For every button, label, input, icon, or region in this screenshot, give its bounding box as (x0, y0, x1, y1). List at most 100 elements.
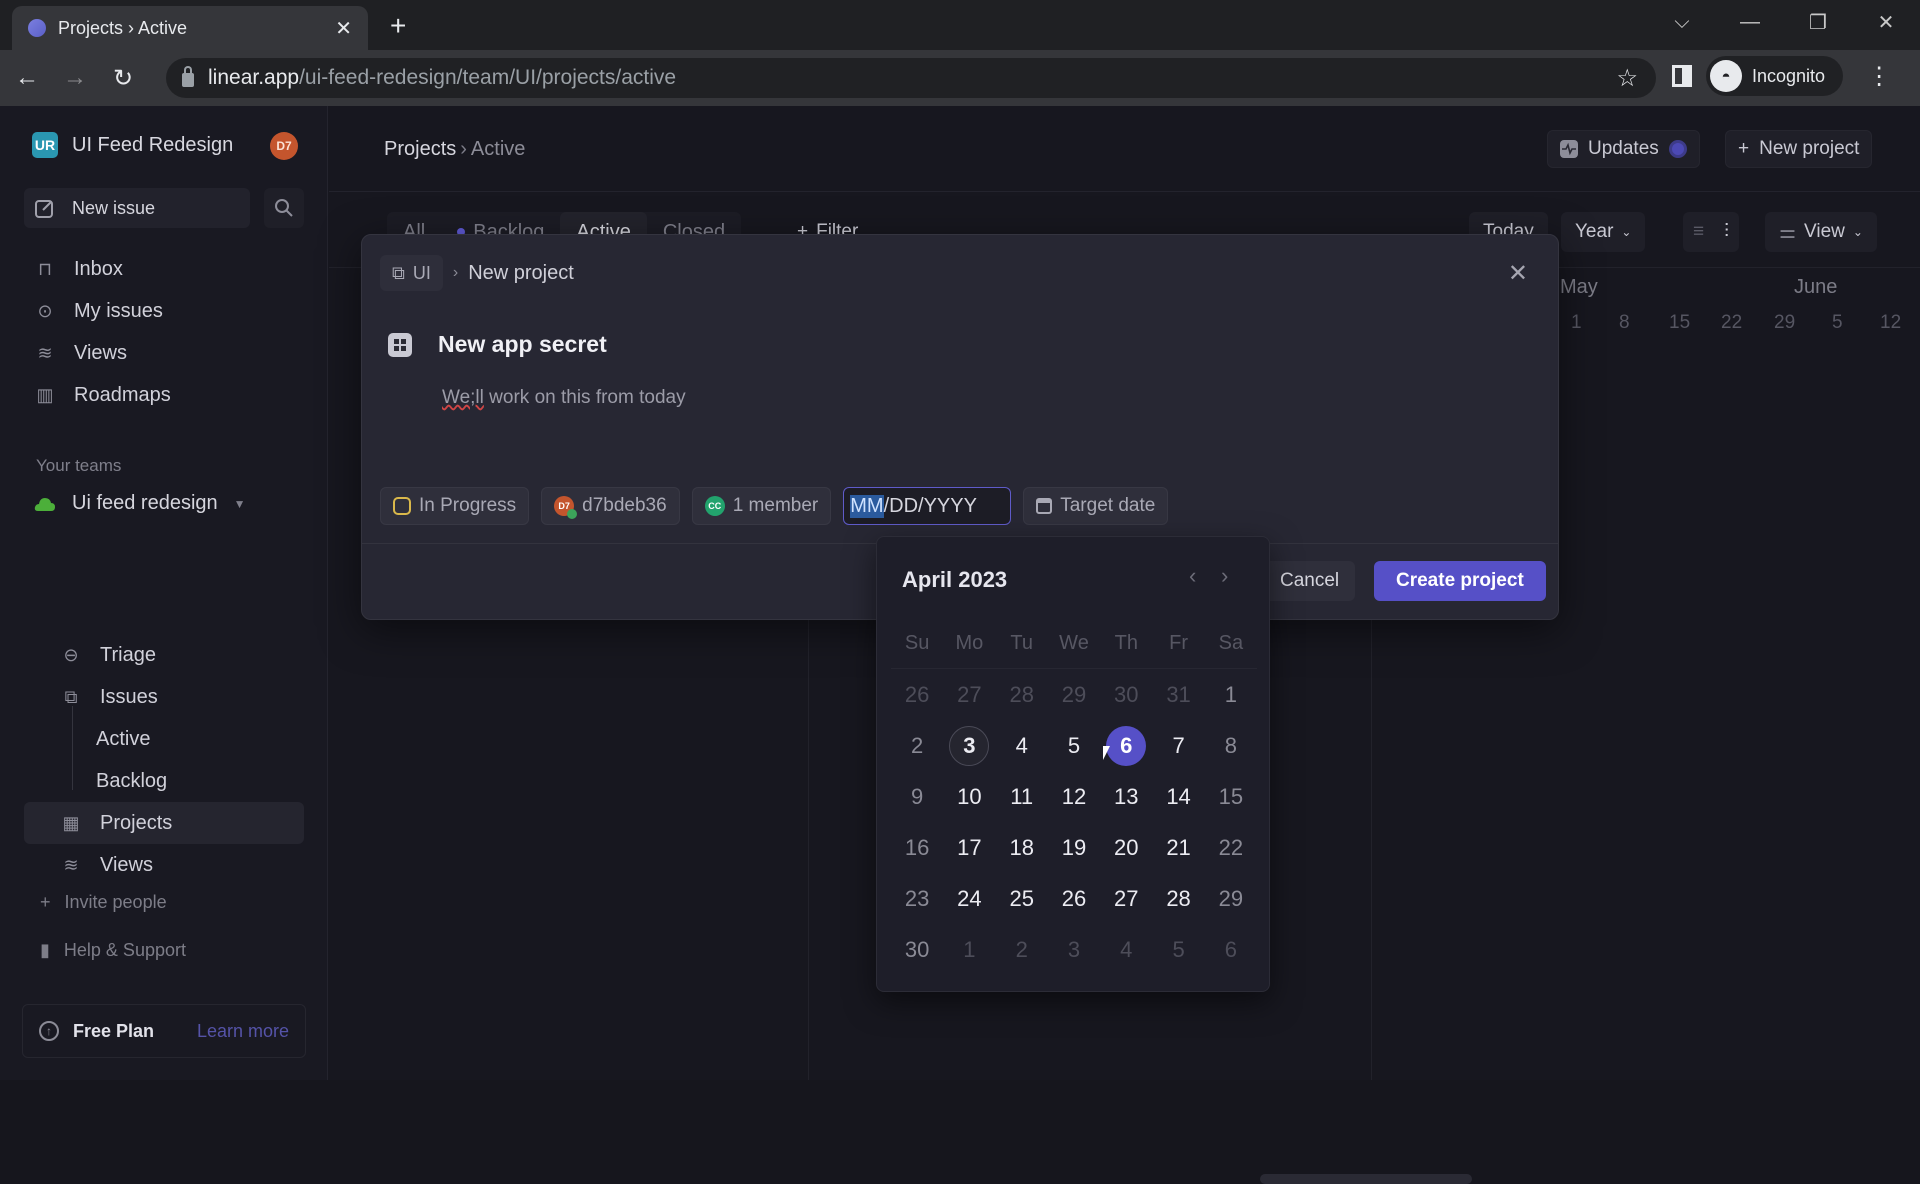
invite-people-link[interactable]: + Invite people (40, 892, 167, 913)
browser-tab[interactable]: Projects › Active ✕ (12, 6, 368, 50)
nav-inbox[interactable]: ⊓ Inbox (24, 248, 304, 290)
browser-menu-icon[interactable]: ⋮ (1867, 62, 1891, 91)
zoom-select[interactable]: Year ⌄ (1561, 212, 1646, 252)
address-bar[interactable]: linear.app/ui-feed-redesign/team/UI/proj… (166, 58, 1656, 98)
calendar-day[interactable]: 14 (1152, 771, 1204, 822)
calendar-day[interactable]: 19 (1048, 822, 1100, 873)
status-chip[interactable]: In Progress (380, 487, 530, 525)
calendar-day[interactable]: 27 (1100, 873, 1152, 924)
reload-icon[interactable]: ↻ (102, 64, 144, 93)
calendar-day[interactable]: 5 (1048, 720, 1100, 771)
calendar-day[interactable]: 26 (1048, 873, 1100, 924)
calendar-day[interactable]: 3 (1048, 924, 1100, 975)
calendar-day[interactable]: 17 (943, 822, 995, 873)
team-selector[interactable]: ⧉ UI (380, 255, 443, 291)
calendar-day[interactable]: 1 (943, 924, 995, 975)
create-project-button[interactable]: Create project (1374, 561, 1546, 601)
nav-views[interactable]: ≋ Views (24, 332, 304, 374)
calendar-day[interactable]: 29 (1205, 873, 1257, 924)
team-header[interactable]: Ui feed redesign ▼ (34, 492, 246, 515)
learn-more-link[interactable]: Learn more (197, 1021, 289, 1042)
workspace-switcher[interactable]: UR UI Feed Redesign (32, 132, 233, 158)
lead-chip[interactable]: D7 d7bdeb36 (541, 487, 680, 525)
calendar-day[interactable]: 7 (1152, 720, 1204, 771)
nav-projects[interactable]: ▦ Projects (24, 802, 304, 844)
target-date-chip[interactable]: Target date (1023, 487, 1169, 525)
start-date-input[interactable]: MM/DD/YYYY (843, 487, 1012, 525)
calendar-day[interactable]: 4 (1100, 924, 1152, 975)
breadcrumb-projects[interactable]: Projects (384, 138, 456, 160)
in-progress-icon (393, 497, 411, 515)
new-issue-button[interactable]: New issue (24, 188, 250, 228)
back-icon[interactable]: ← (6, 64, 48, 92)
nav-issues[interactable]: ⧉ Issues (24, 676, 304, 718)
tab-search-icon[interactable]: ⌵ (1648, 11, 1716, 34)
minimize-icon[interactable]: — (1716, 11, 1784, 34)
calendar-day[interactable]: 30 (891, 924, 943, 975)
bookmark-star-icon[interactable]: ☆ (1616, 64, 1638, 93)
view-options-button[interactable]: ⚌ View ⌄ (1765, 212, 1877, 252)
profile-button[interactable]: ◓ Incognito (1706, 56, 1844, 96)
nav-triage[interactable]: ⊖ Triage (24, 634, 304, 676)
calendar-day[interactable]: 30 (1100, 669, 1152, 720)
calendar-day[interactable]: 2 (891, 720, 943, 771)
next-month-icon[interactable]: › (1221, 563, 1228, 589)
timeline-layout-icon[interactable]: ⫶ (1724, 221, 1729, 243)
new-project-button[interactable]: + New project (1725, 130, 1873, 168)
horizontal-scrollbar[interactable] (1260, 1174, 1472, 1184)
calendar-day[interactable]: 9 (891, 771, 943, 822)
calendar-day[interactable]: 4 (996, 720, 1048, 771)
calendar-day[interactable]: 26 (891, 669, 943, 720)
calendar-day[interactable]: 24 (943, 873, 995, 924)
calendar-day[interactable]: 25 (996, 873, 1048, 924)
restore-icon[interactable]: ❐ (1784, 10, 1852, 35)
project-description-input[interactable]: We;ll work on this from today (442, 387, 686, 409)
previous-month-icon[interactable]: ‹ (1189, 563, 1196, 589)
nav-issues-active[interactable]: Active (24, 718, 304, 760)
calendar-day[interactable]: 27 (943, 669, 995, 720)
user-avatar[interactable]: D7 (270, 132, 298, 160)
nav-roadmaps[interactable]: ▥ Roadmaps (24, 374, 304, 416)
calendar-day[interactable]: 28 (996, 669, 1048, 720)
cancel-button[interactable]: Cancel (1264, 561, 1356, 601)
nav-issues-backlog[interactable]: Backlog (24, 760, 304, 802)
nav-my-issues[interactable]: ⊙ My issues (24, 290, 304, 332)
calendar-day[interactable]: 1 (1205, 669, 1257, 720)
calendar-day[interactable]: 13 (1100, 771, 1152, 822)
project-icon[interactable] (388, 333, 412, 357)
close-icon[interactable]: ✕ (1508, 259, 1528, 288)
forward-icon[interactable]: → (54, 64, 96, 92)
calendar-day[interactable]: 29 (1048, 669, 1100, 720)
calendar-day[interactable]: 16 (891, 822, 943, 873)
calendar-day[interactable]: 10 (943, 771, 995, 822)
project-name-input[interactable]: New app secret (438, 331, 607, 358)
calendar-day[interactable]: 6 (1205, 924, 1257, 975)
calendar-day[interactable]: 2 (996, 924, 1048, 975)
day-number: 24 (957, 885, 982, 911)
new-tab-button[interactable]: + (390, 10, 406, 42)
search-button[interactable] (264, 188, 304, 228)
members-chip[interactable]: CC 1 member (691, 487, 832, 525)
calendar-day[interactable]: 28 (1152, 873, 1204, 924)
close-tab-icon[interactable]: ✕ (335, 16, 352, 41)
calendar-day[interactable]: 8 (1205, 720, 1257, 771)
help-support-link[interactable]: ▮ Help & Support (40, 940, 186, 961)
calendar-day[interactable]: 23 (891, 873, 943, 924)
close-window-icon[interactable]: ✕ (1852, 10, 1920, 35)
calendar-day[interactable]: 20 (1100, 822, 1152, 873)
calendar-day[interactable]: 21 (1152, 822, 1204, 873)
updates-button[interactable]: Updates (1547, 130, 1700, 168)
calendar-day[interactable]: 5 (1152, 924, 1204, 975)
calendar-day[interactable]: 18 (996, 822, 1048, 873)
calendar-day-today[interactable]: 3 (943, 720, 995, 771)
calendar-day[interactable]: 22 (1205, 822, 1257, 873)
side-panel-icon[interactable] (1672, 65, 1692, 87)
layout-toggle[interactable]: ≡ ⫶ (1683, 212, 1739, 252)
calendar-day[interactable]: 31 (1152, 669, 1204, 720)
date-month-segment: MM (850, 494, 884, 518)
calendar-day[interactable]: 15 (1205, 771, 1257, 822)
calendar-day[interactable]: 12 (1048, 771, 1100, 822)
calendar-day[interactable]: 11 (996, 771, 1048, 822)
nav-team-views[interactable]: ≋ Views (24, 844, 304, 886)
list-layout-icon[interactable]: ≡ (1693, 221, 1704, 243)
